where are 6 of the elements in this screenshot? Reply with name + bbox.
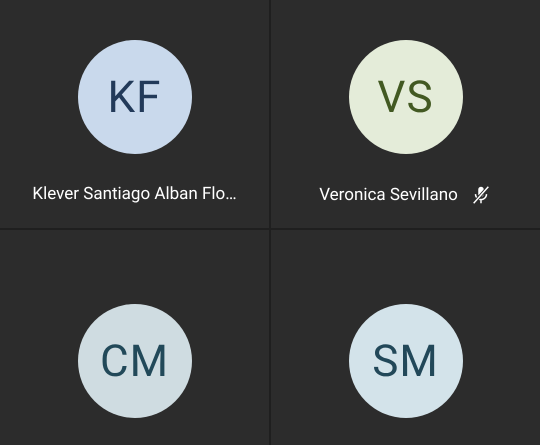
avatar-initials: VS xyxy=(377,71,434,123)
avatar-initials: CM xyxy=(100,335,170,387)
participant-name: Klever Santiago Alban Flo… xyxy=(32,184,237,204)
participant-name: Veronica Sevillano xyxy=(319,185,458,205)
avatar-initials: KF xyxy=(108,71,162,123)
avatar-initials: SM xyxy=(372,335,439,387)
